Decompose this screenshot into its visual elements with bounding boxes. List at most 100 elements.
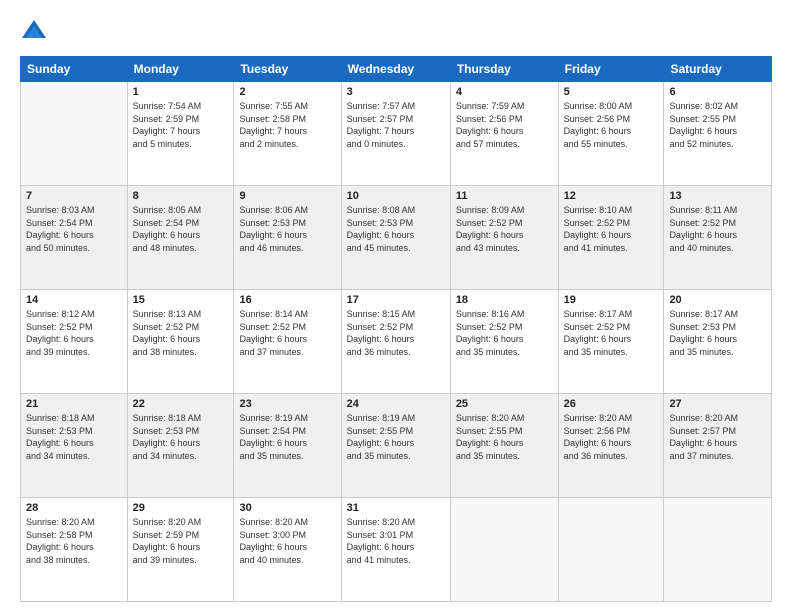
day-info: Sunrise: 8:20 AM Sunset: 2:57 PM Dayligh…: [669, 412, 766, 462]
day-cell: 9Sunrise: 8:06 AM Sunset: 2:53 PM Daylig…: [234, 186, 341, 290]
day-info: Sunrise: 8:10 AM Sunset: 2:52 PM Dayligh…: [564, 204, 659, 254]
day-info: Sunrise: 8:00 AM Sunset: 2:56 PM Dayligh…: [564, 100, 659, 150]
day-number: 6: [669, 86, 766, 98]
day-info: Sunrise: 8:03 AM Sunset: 2:54 PM Dayligh…: [26, 204, 122, 254]
day-cell: 13 Sunrise: 8:11 AM Sunset: 2:52 PM Dayli…: [664, 186, 772, 290]
day-number: 15: [133, 294, 229, 306]
day-info: Sunrise: 8:18 AM Sunset: 2:53 PM Dayligh…: [133, 412, 229, 462]
day-cell: 31Sunrise: 8:20 AM Sunset: 3:01 PM Dayli…: [341, 498, 450, 602]
day-number: 14: [26, 294, 122, 306]
logo-icon: [20, 18, 48, 46]
day-number: 21: [26, 398, 122, 410]
day-info: Sunrise: 8:20 AM Sunset: 2:56 PM Dayligh…: [564, 412, 659, 462]
day-cell: [21, 82, 128, 186]
day-info: Sunrise: 8:14 AM Sunset: 2:52 PM Dayligh…: [239, 308, 335, 358]
day-info: Sunrise: 8:02 AM Sunset: 2:55 PM Dayligh…: [669, 100, 766, 150]
day-cell: 17 Sunrise: 8:15 AM Sunset: 2:52 PM Dayli…: [341, 290, 450, 394]
day-number: 16: [239, 294, 335, 306]
day-number: 13: [669, 190, 766, 202]
day-info: Sunrise: 8:19 AM Sunset: 2:54 PM Dayligh…: [239, 412, 335, 462]
day-cell: 25Sunrise: 8:20 AM Sunset: 2:55 PM Dayli…: [450, 394, 558, 498]
week-row-4: 21 Sunrise: 8:18 AM Sunset: 2:53 PM Dayli…: [21, 394, 772, 498]
day-info: Sunrise: 8:08 AM Sunset: 2:53 PM Dayligh…: [347, 204, 445, 254]
day-cell: 24 Sunrise: 8:19 AM Sunset: 2:55 PM Dayli…: [341, 394, 450, 498]
day-cell: 14 Sunrise: 8:12 AM Sunset: 2:52 PM Dayli…: [21, 290, 128, 394]
day-cell: 30 Sunrise: 8:20 AM Sunset: 3:00 PM Dayli…: [234, 498, 341, 602]
day-info: Sunrise: 8:16 AM Sunset: 2:52 PM Dayligh…: [456, 308, 553, 358]
day-number: 18: [456, 294, 553, 306]
day-cell: 7 Sunrise: 8:03 AM Sunset: 2:54 PM Daylig…: [21, 186, 128, 290]
day-number: 26: [564, 398, 659, 410]
day-number: 23: [239, 398, 335, 410]
day-info: Sunrise: 8:20 AM Sunset: 3:01 PM Dayligh…: [347, 516, 445, 566]
col-header-wednesday: Wednesday: [341, 57, 450, 82]
day-cell: 8 Sunrise: 8:05 AM Sunset: 2:54 PM Daylig…: [127, 186, 234, 290]
day-cell: 2 Sunrise: 7:55 AM Sunset: 2:58 PM Daylig…: [234, 82, 341, 186]
day-cell: 10 Sunrise: 8:08 AM Sunset: 2:53 PM Dayli…: [341, 186, 450, 290]
day-cell: 5Sunrise: 8:00 AM Sunset: 2:56 PM Daylig…: [558, 82, 664, 186]
day-cell: 11 Sunrise: 8:09 AM Sunset: 2:52 PM Dayli…: [450, 186, 558, 290]
page: SundayMondayTuesdayWednesdayThursdayFrid…: [0, 0, 792, 612]
day-cell: [450, 498, 558, 602]
day-info: Sunrise: 8:11 AM Sunset: 2:52 PM Dayligh…: [669, 204, 766, 254]
day-info: Sunrise: 8:12 AM Sunset: 2:52 PM Dayligh…: [26, 308, 122, 358]
day-info: Sunrise: 8:05 AM Sunset: 2:54 PM Dayligh…: [133, 204, 229, 254]
week-row-5: 28 Sunrise: 8:20 AM Sunset: 2:58 PM Dayli…: [21, 498, 772, 602]
day-info: Sunrise: 8:17 AM Sunset: 2:52 PM Dayligh…: [564, 308, 659, 358]
day-info: Sunrise: 8:20 AM Sunset: 2:55 PM Dayligh…: [456, 412, 553, 462]
day-number: 7: [26, 190, 122, 202]
day-cell: 28 Sunrise: 8:20 AM Sunset: 2:58 PM Dayli…: [21, 498, 128, 602]
day-number: 28: [26, 502, 122, 514]
header-row: SundayMondayTuesdayWednesdayThursdayFrid…: [21, 57, 772, 82]
day-cell: 29Sunrise: 8:20 AM Sunset: 2:59 PM Dayli…: [127, 498, 234, 602]
week-row-1: 1 Sunrise: 7:54 AM Sunset: 2:59 PM Daylig…: [21, 82, 772, 186]
col-header-monday: Monday: [127, 57, 234, 82]
logo: [20, 18, 51, 46]
day-number: 19: [564, 294, 659, 306]
day-cell: 19 Sunrise: 8:17 AM Sunset: 2:52 PM Dayli…: [558, 290, 664, 394]
day-number: 4: [456, 86, 553, 98]
day-number: 3: [347, 86, 445, 98]
day-cell: 15 Sunrise: 8:13 AM Sunset: 2:52 PM Dayli…: [127, 290, 234, 394]
day-info: Sunrise: 8:09 AM Sunset: 2:52 PM Dayligh…: [456, 204, 553, 254]
day-number: 17: [347, 294, 445, 306]
day-number: 30: [239, 502, 335, 514]
col-header-thursday: Thursday: [450, 57, 558, 82]
day-number: 1: [133, 86, 229, 98]
day-cell: 26 Sunrise: 8:20 AM Sunset: 2:56 PM Dayli…: [558, 394, 664, 498]
day-cell: [664, 498, 772, 602]
day-cell: 20 Sunrise: 8:17 AM Sunset: 2:53 PM Dayli…: [664, 290, 772, 394]
day-info: Sunrise: 8:06 AM Sunset: 2:53 PM Dayligh…: [239, 204, 335, 254]
day-cell: 3Sunrise: 7:57 AM Sunset: 2:57 PM Daylig…: [341, 82, 450, 186]
day-number: 12: [564, 190, 659, 202]
day-number: 27: [669, 398, 766, 410]
day-cell: [558, 498, 664, 602]
day-info: Sunrise: 7:59 AM Sunset: 2:56 PM Dayligh…: [456, 100, 553, 150]
day-number: 10: [347, 190, 445, 202]
day-number: 24: [347, 398, 445, 410]
day-cell: 27 Sunrise: 8:20 AM Sunset: 2:57 PM Dayli…: [664, 394, 772, 498]
day-info: Sunrise: 7:55 AM Sunset: 2:58 PM Dayligh…: [239, 100, 335, 150]
col-header-sunday: Sunday: [21, 57, 128, 82]
col-header-tuesday: Tuesday: [234, 57, 341, 82]
day-number: 29: [133, 502, 229, 514]
day-number: 8: [133, 190, 229, 202]
day-info: Sunrise: 8:20 AM Sunset: 3:00 PM Dayligh…: [239, 516, 335, 566]
day-number: 2: [239, 86, 335, 98]
day-info: Sunrise: 8:15 AM Sunset: 2:52 PM Dayligh…: [347, 308, 445, 358]
day-info: Sunrise: 8:13 AM Sunset: 2:52 PM Dayligh…: [133, 308, 229, 358]
day-info: Sunrise: 7:54 AM Sunset: 2:59 PM Dayligh…: [133, 100, 229, 150]
day-cell: 4 Sunrise: 7:59 AM Sunset: 2:56 PM Daylig…: [450, 82, 558, 186]
calendar-table: SundayMondayTuesdayWednesdayThursdayFrid…: [20, 56, 772, 602]
day-cell: 23 Sunrise: 8:19 AM Sunset: 2:54 PM Dayli…: [234, 394, 341, 498]
day-info: Sunrise: 8:19 AM Sunset: 2:55 PM Dayligh…: [347, 412, 445, 462]
day-number: 22: [133, 398, 229, 410]
day-info: Sunrise: 8:17 AM Sunset: 2:53 PM Dayligh…: [669, 308, 766, 358]
week-row-3: 14 Sunrise: 8:12 AM Sunset: 2:52 PM Dayli…: [21, 290, 772, 394]
day-number: 11: [456, 190, 553, 202]
day-cell: 12 Sunrise: 8:10 AM Sunset: 2:52 PM Dayli…: [558, 186, 664, 290]
col-header-saturday: Saturday: [664, 57, 772, 82]
day-info: Sunrise: 8:20 AM Sunset: 2:58 PM Dayligh…: [26, 516, 122, 566]
day-cell: 18 Sunrise: 8:16 AM Sunset: 2:52 PM Dayli…: [450, 290, 558, 394]
day-number: 20: [669, 294, 766, 306]
